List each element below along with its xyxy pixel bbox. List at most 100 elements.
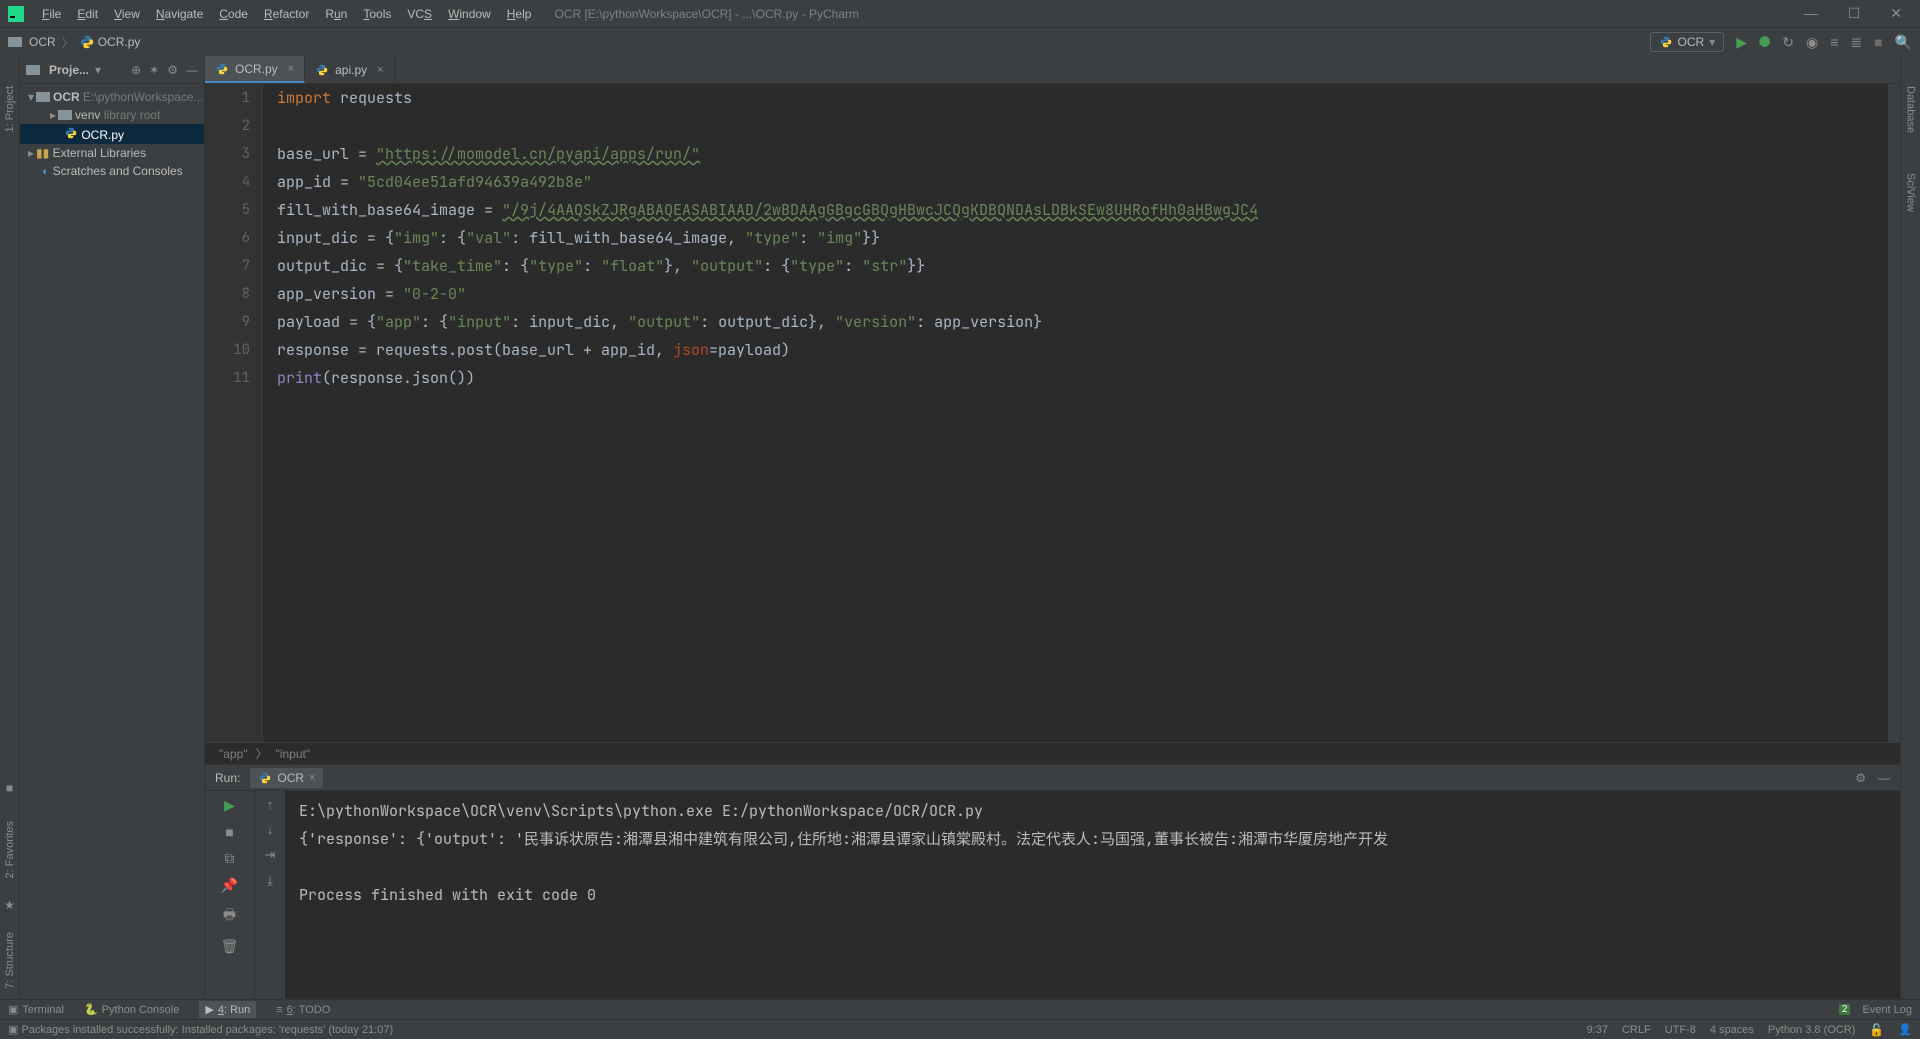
project-panel: Proje... ▾ ⊕ ✶ ⚙ — ▾OCR E:\pythonWorkspa… <box>20 56 205 999</box>
python-icon: 🐍 <box>84 1003 98 1016</box>
run-output[interactable]: E:\pythonWorkspace\OCR\venv\Scripts\pyth… <box>285 791 1900 999</box>
print-icon[interactable]: 🖶 <box>223 904 236 928</box>
tab-database-vertical[interactable]: Database <box>1905 86 1917 133</box>
nav-bar: OCR 〉 OCR.py OCR ▾ ▶ ⯃ ↻ ◉ ≡ ≣ ■ 🔍 <box>0 28 1920 56</box>
tab-todo[interactable]: ≡6: TODO <box>276 1004 330 1016</box>
gear-icon[interactable]: ⚙ <box>167 63 178 77</box>
tab-project-vertical[interactable]: 1: Project <box>4 86 16 132</box>
breadcrumb-file[interactable]: OCR.py <box>98 35 141 49</box>
python-file-icon <box>1659 35 1673 49</box>
menu-refactor[interactable]: Refactor <box>256 4 317 24</box>
menu-help[interactable]: Help <box>499 4 540 24</box>
search-icon[interactable]: 🔍 <box>1895 34 1912 51</box>
up-icon[interactable]: ↑ <box>267 797 274 812</box>
expand-all-icon[interactable]: ✶ <box>149 63 159 77</box>
menu-vcs[interactable]: VCS <box>399 4 440 24</box>
debug-button[interactable]: ⯃ <box>1759 34 1770 51</box>
cursor-position[interactable]: 9:37 <box>1587 1024 1608 1036</box>
event-log-link[interactable]: Event Log <box>1862 1004 1912 1016</box>
windows-icon[interactable]: ▣ <box>8 1023 18 1036</box>
close-icon[interactable]: ✕ <box>1890 5 1902 22</box>
menu-file[interactable]: File <box>34 4 69 24</box>
rerun-button[interactable]: ▶ <box>224 797 235 814</box>
tab-structure-vertical[interactable]: 7: Structure <box>4 932 16 989</box>
play-icon: ▶ <box>205 1003 213 1016</box>
tab-run-bottom[interactable]: ▶4: Run <box>199 1001 256 1018</box>
coverage-button[interactable]: ↻ <box>1782 34 1794 51</box>
terminal-icon: ▣ <box>8 1003 18 1016</box>
line-ending[interactable]: CRLF <box>1622 1024 1651 1036</box>
tree-scratches[interactable]: ◐ Scratches and Consoles <box>20 162 204 180</box>
layout-icon[interactable]: ⧉ <box>225 850 235 867</box>
tab-ocr-py[interactable]: OCR.py × <box>205 56 305 83</box>
project-tree[interactable]: ▾OCR E:\pythonWorkspace... ▸venv library… <box>20 84 204 184</box>
bookmarks-icon[interactable]: ■ <box>6 781 13 795</box>
profile-button[interactable]: ◉ <box>1806 34 1818 51</box>
tree-external-libs[interactable]: ▸▮▮ External Libraries <box>20 144 204 162</box>
python-file-icon <box>80 35 94 49</box>
hector-icon[interactable]: 👤 <box>1898 1023 1912 1036</box>
folder-icon <box>26 65 40 75</box>
window-controls: — ☐ ✕ <box>1804 5 1912 22</box>
menu-view[interactable]: View <box>106 4 148 24</box>
run-tab[interactable]: OCR × <box>250 768 323 788</box>
pin-icon[interactable]: 📌 <box>221 877 238 894</box>
indent-setting[interactable]: 4 spaces <box>1710 1024 1754 1036</box>
run-label: Run: <box>215 771 240 785</box>
menu-window[interactable]: Window <box>440 4 499 24</box>
code-editor[interactable]: 1234567891011 import requests base_url =… <box>205 84 1900 742</box>
run-configuration-selector[interactable]: OCR ▾ <box>1650 32 1725 52</box>
chevron-down-icon[interactable]: ▾ <box>95 63 101 77</box>
stop-process-button[interactable]: ■ <box>225 824 233 840</box>
line-gutter: 1234567891011 <box>205 84 263 742</box>
concurrency-button[interactable]: ≡ <box>1830 34 1838 50</box>
menu-code[interactable]: Code <box>211 4 256 24</box>
run-toolbar-inner: ↑ ↓ ⇥ ⤓ <box>255 791 285 999</box>
menu-bar: File Edit View Navigate Code Refactor Ru… <box>0 0 1920 28</box>
select-opened-file-icon[interactable]: ⊕ <box>131 63 141 77</box>
menu-edit[interactable]: Edit <box>69 4 106 24</box>
run-toolbar-left: ▶ ■ ⧉ 📌 🖶 🗑 <box>205 791 255 999</box>
status-bar: ▣ Packages installed successfully: Insta… <box>0 1019 1920 1039</box>
close-tab-icon[interactable]: × <box>288 63 294 75</box>
hide-icon[interactable]: — <box>1878 771 1890 785</box>
tab-api-py[interactable]: api.py × <box>305 56 394 83</box>
close-tab-icon[interactable]: × <box>377 64 383 76</box>
interpreter[interactable]: Python 3.8 (OCR) <box>1768 1024 1855 1036</box>
down-icon[interactable]: ↓ <box>267 822 274 837</box>
tab-favorites-vertical[interactable]: 2: Favorites <box>4 821 16 878</box>
menu-run[interactable]: Run <box>317 4 355 24</box>
breadcrumb-root[interactable]: OCR <box>29 35 56 49</box>
tab-terminal[interactable]: ▣Terminal <box>8 1003 64 1016</box>
folder-icon <box>8 37 22 47</box>
hide-panel-icon[interactable]: — <box>186 63 198 77</box>
delete-icon[interactable]: 🗑 <box>221 938 239 955</box>
right-tool-stripe: Database SciView <box>1900 56 1920 999</box>
stop-button[interactable]: ■ <box>1874 34 1882 50</box>
panel-title[interactable]: Proje... <box>49 63 89 77</box>
menu-tools[interactable]: Tools <box>355 4 399 24</box>
tab-python-console[interactable]: 🐍Python Console <box>84 1003 179 1016</box>
run-button[interactable]: ▶ <box>1736 34 1747 51</box>
tab-sciview-vertical[interactable]: SciView <box>1905 173 1917 212</box>
star-icon: ★ <box>4 898 15 912</box>
scrollbar[interactable] <box>1888 84 1900 742</box>
status-message: Packages installed successfully: Install… <box>21 1024 393 1036</box>
scroll-end-icon[interactable]: ⤓ <box>267 873 273 889</box>
run-config-name: OCR <box>1678 35 1705 49</box>
attach-button[interactable]: ≣ <box>1850 34 1862 51</box>
maximize-icon[interactable]: ☐ <box>1848 5 1861 22</box>
left-tool-stripe: 1: Project ■ 2: Favorites ★ 7: Structure <box>0 56 20 999</box>
menu-navigate[interactable]: Navigate <box>148 4 211 24</box>
tree-file-ocr[interactable]: OCR.py <box>20 124 204 144</box>
code-content[interactable]: import requests base_url = "https://momo… <box>263 84 1900 742</box>
soft-wrap-icon[interactable]: ⇥ <box>265 847 276 863</box>
close-run-tab-icon[interactable]: × <box>309 772 315 784</box>
minimize-icon[interactable]: — <box>1804 5 1818 22</box>
file-encoding[interactable]: UTF-8 <box>1665 1024 1696 1036</box>
tree-venv[interactable]: ▸venv library root <box>20 106 204 124</box>
workspace: 1: Project ■ 2: Favorites ★ 7: Structure… <box>0 56 1920 999</box>
gear-icon[interactable]: ⚙ <box>1855 771 1866 785</box>
tree-root[interactable]: ▾OCR E:\pythonWorkspace... <box>20 88 204 106</box>
lock-icon[interactable]: 🔓 <box>1869 1023 1884 1037</box>
